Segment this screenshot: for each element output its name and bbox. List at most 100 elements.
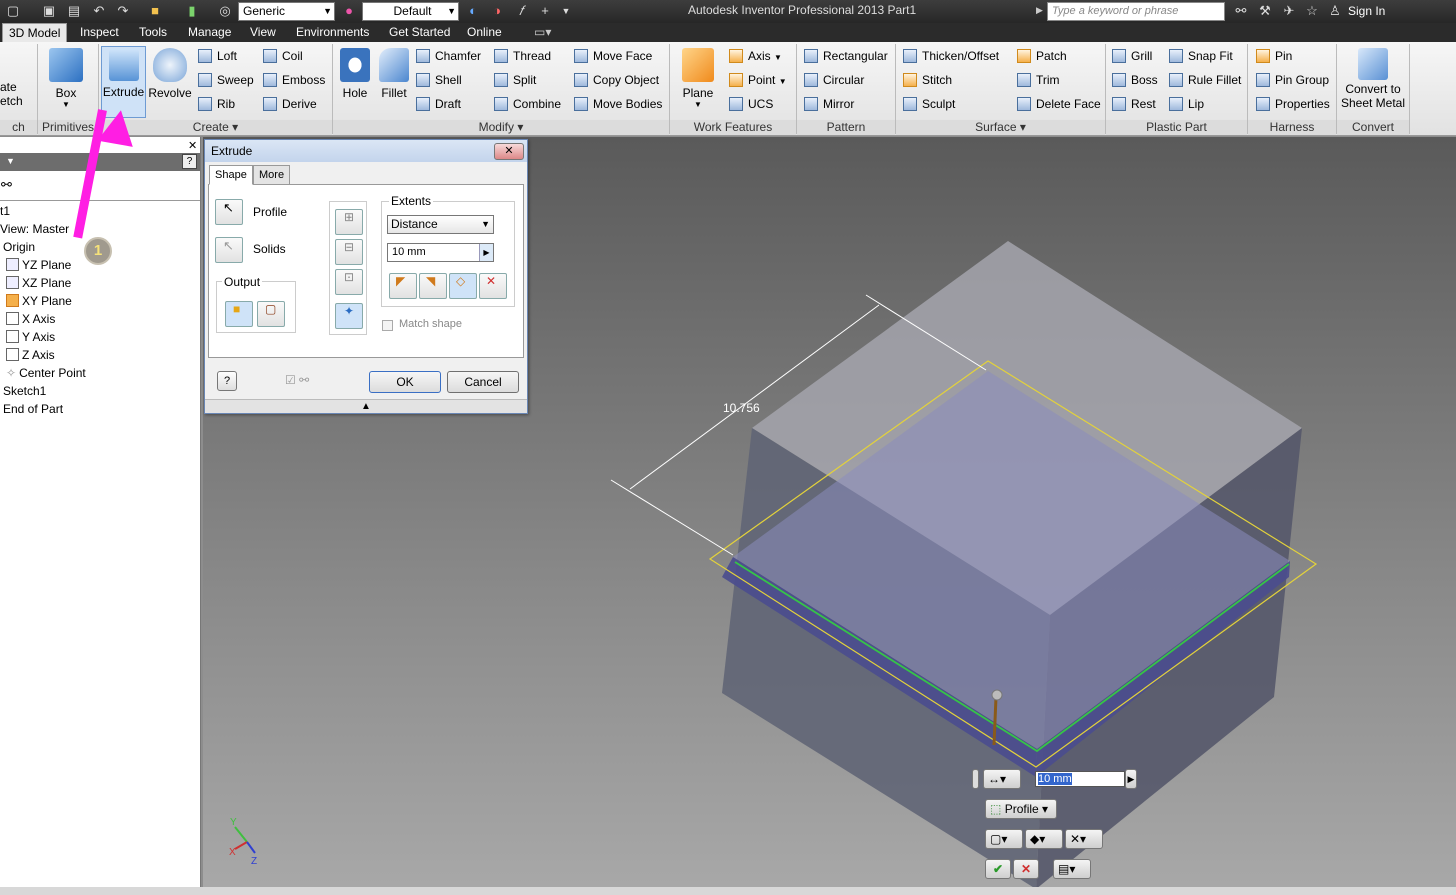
mini-output-button[interactable]: ▢▾ <box>985 829 1023 849</box>
direction1-button[interactable]: ◤ <box>389 273 417 299</box>
update-icon[interactable]: ◎ <box>216 3 234 19</box>
tree-yz-plane[interactable]: YZ Plane <box>6 258 71 272</box>
mini-extents-dropdown[interactable]: ↔▾ <box>983 769 1021 789</box>
ok-button[interactable]: OK <box>369 371 441 393</box>
create-sketch-button[interactable]: ate etch <box>0 80 34 108</box>
tab-more[interactable]: More <box>253 165 291 185</box>
tree-part[interactable]: t1 <box>0 204 10 218</box>
material-combo[interactable]: Generic ▼ <box>238 2 335 21</box>
loft-button[interactable]: Loft <box>198 46 237 66</box>
surface-panel-label[interactable]: Surface ▾ <box>896 120 1105 135</box>
help-icon[interactable]: ? <box>182 154 197 169</box>
circular-pattern-button[interactable]: Circular <box>804 70 864 90</box>
tree-center-point[interactable]: ✧ Center Point <box>6 366 86 380</box>
mini-toolbar-grip[interactable] <box>972 769 979 789</box>
move-face-button[interactable]: Move Face <box>574 46 652 66</box>
rest-button[interactable]: Rest <box>1112 94 1156 114</box>
emboss-button[interactable]: Emboss <box>263 70 325 90</box>
tab-inspect[interactable]: Inspect <box>74 23 125 42</box>
mini-direction-button[interactable]: ✕▾ <box>1065 829 1103 849</box>
point-button[interactable]: Point ▼ <box>729 70 787 90</box>
tree-end-of-part[interactable]: End of Part <box>3 402 63 416</box>
fillet-button[interactable]: Fillet <box>375 46 413 118</box>
symmetric-button[interactable]: ◇ <box>449 273 477 299</box>
derive-button[interactable]: Derive <box>263 94 317 114</box>
distance-input[interactable]: 10 mm ▶ <box>387 243 494 262</box>
appearance-combo[interactable]: Default ▼ <box>362 2 459 21</box>
user-icon[interactable]: ♙ <box>1326 3 1344 19</box>
trim-button[interactable]: Trim <box>1017 70 1060 90</box>
redo-icon[interactable]: ↷ <box>114 3 132 19</box>
mini-operation-button[interactable]: ◆▾ <box>1025 829 1063 849</box>
pin-group-button[interactable]: Pin Group <box>1256 70 1329 90</box>
properties-button[interactable]: Properties <box>1256 94 1330 114</box>
snap-fit-button[interactable]: Snap Fit <box>1169 46 1233 66</box>
output-solid-button[interactable]: ■ <box>225 301 253 327</box>
tools-icon[interactable]: ⚒ <box>1256 3 1274 19</box>
mini-distance-input[interactable]: 10 mm <box>1035 771 1125 787</box>
direction2-button[interactable]: ◥ <box>419 273 447 299</box>
sculpt-button[interactable]: Sculpt <box>903 94 955 114</box>
clear-appearance-icon[interactable]: ◑ <box>488 3 506 19</box>
coil-button[interactable]: Coil <box>263 46 303 66</box>
tree-sketch1[interactable]: Sketch1 <box>3 384 46 398</box>
output-surface-button[interactable]: ▢ <box>257 301 285 327</box>
ucs-button[interactable]: UCS <box>729 94 773 114</box>
mini-arrow-button[interactable]: ▶ <box>1125 769 1137 789</box>
binoculars-icon[interactable]: ⚯ <box>1232 3 1250 19</box>
boss-button[interactable]: Boss <box>1112 70 1158 90</box>
hole-button[interactable]: Hole <box>336 46 374 118</box>
search-input[interactable]: Type a keyword or phrase <box>1047 2 1225 21</box>
combine-button[interactable]: Combine <box>494 94 561 114</box>
tree-z-axis[interactable]: Z Axis <box>6 348 55 362</box>
patch-button[interactable]: Patch <box>1017 46 1067 66</box>
tab-view[interactable]: View <box>244 23 282 42</box>
extent-type-select[interactable]: Distance ▼ <box>387 215 494 234</box>
tab-3d-model[interactable]: 3D Model <box>2 23 68 42</box>
tab-online[interactable]: Online <box>461 23 508 42</box>
dialog-close-button[interactable]: ✕ <box>494 143 524 160</box>
intersect-button[interactable]: ⊡ <box>335 269 363 295</box>
preview-checkbox-icon[interactable]: ☑ ⚯ <box>285 373 309 387</box>
browser-header[interactable]: ▼ <box>0 153 200 171</box>
dialog-help-icon[interactable]: ? <box>217 371 237 391</box>
pin-button[interactable]: Pin <box>1256 46 1292 66</box>
asymmetric-button[interactable]: ✕ <box>479 273 507 299</box>
tab-environments[interactable]: Environments <box>290 23 375 42</box>
match-shape-checkbox[interactable] <box>382 320 393 331</box>
dialog-expand-toggle[interactable]: ▲ <box>205 399 527 413</box>
select-icon[interactable]: ▮ <box>183 3 201 19</box>
fx-icon[interactable]: 𝑓 <box>512 3 530 19</box>
delete-face-button[interactable]: Delete Face <box>1017 94 1101 114</box>
dimension-value[interactable]: 10.756 <box>723 401 760 415</box>
cancel-button[interactable]: Cancel <box>447 371 519 393</box>
mini-options-button[interactable]: ▤▾ <box>1053 859 1091 879</box>
join-button[interactable]: ⊞ <box>335 209 363 235</box>
axis-button[interactable]: Axis ▼ <box>729 46 782 66</box>
rectangular-pattern-button[interactable]: Rectangular <box>804 46 888 66</box>
lip-button[interactable]: Lip <box>1169 94 1204 114</box>
tab-shape[interactable]: Shape <box>209 165 253 185</box>
sign-in-link[interactable]: Sign In <box>1348 4 1385 18</box>
tab-get-started[interactable]: Get Started <box>383 23 456 42</box>
sweep-button[interactable]: Sweep <box>198 70 254 90</box>
chamfer-button[interactable]: Chamfer <box>416 46 481 66</box>
adjust-icon[interactable]: ◐ <box>464 3 482 19</box>
undo-icon[interactable]: ↶ <box>90 3 108 19</box>
new-solid-button[interactable]: ✦ <box>335 303 363 329</box>
split-button[interactable]: Split <box>494 70 536 90</box>
revolve-button[interactable]: Revolve <box>147 46 193 118</box>
tree-origin[interactable]: Origin <box>3 240 35 254</box>
mini-cancel-button[interactable]: ✕ <box>1013 859 1039 879</box>
move-bodies-button[interactable]: Move Bodies <box>574 94 662 114</box>
tree-x-axis[interactable]: X Axis <box>6 312 55 326</box>
tree-view-master[interactable]: View: Master <box>0 222 69 236</box>
tree-xy-plane[interactable]: XY Plane <box>6 294 72 308</box>
mini-ok-button[interactable]: ✔ <box>985 859 1011 879</box>
copy-object-button[interactable]: Copy Object <box>574 70 659 90</box>
tab-tools[interactable]: Tools <box>133 23 173 42</box>
tab-manage[interactable]: Manage <box>182 23 237 42</box>
filter-icon[interactable]: ⚯ <box>1 177 12 193</box>
tree-xz-plane[interactable]: XZ Plane <box>6 276 71 290</box>
tab-overflow-icon[interactable]: ▭▾ <box>528 23 557 42</box>
